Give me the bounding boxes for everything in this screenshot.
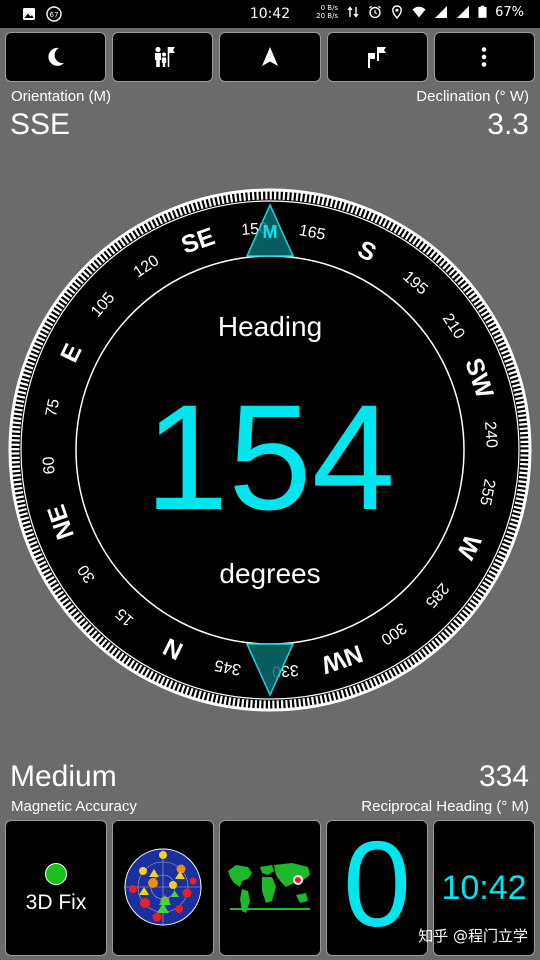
magnetic-marker: M [263, 222, 278, 242]
navigation-button[interactable] [219, 32, 321, 82]
battery-icon [478, 5, 487, 18]
night-mode-button[interactable] [5, 32, 107, 82]
watermark: 知乎 @程门立学 [418, 927, 528, 945]
heading-unit: degrees [219, 558, 320, 589]
waypoints-flag-icon [368, 47, 387, 68]
clock-value: 10:42 [441, 869, 527, 907]
satellite-radar-icon [124, 848, 202, 926]
world-map-icon [228, 863, 310, 913]
world-map-tile[interactable] [219, 820, 321, 956]
satellite-view-tile[interactable] [112, 820, 214, 956]
accuracy-value: Medium [10, 760, 117, 793]
accuracy-label: Magnetic Accuracy [11, 798, 137, 815]
more-vertical-icon [482, 47, 487, 67]
signal-2-icon [457, 6, 470, 18]
toolbar [5, 32, 536, 82]
moon-icon [48, 47, 64, 66]
orientation-label: Orientation (M) [11, 88, 112, 105]
people-flag-icon [154, 46, 175, 67]
bezel-degree-label: 60 [40, 456, 58, 475]
network-speed: 0 B/s 20 B/s [316, 4, 338, 20]
counter-value: 0 [343, 820, 411, 952]
signal-icon [435, 6, 448, 18]
alarm-icon [369, 5, 382, 19]
heading-label: Heading [218, 311, 322, 342]
wifi-icon [412, 6, 426, 18]
declination-label: Declination (° W) [416, 88, 529, 105]
net-up-speed: 0 B/s [320, 4, 339, 12]
location-icon [392, 5, 402, 19]
navigation-arrow-icon [262, 47, 278, 66]
heading-value: 154 [145, 373, 395, 541]
net-down-speed: 20 B/s [316, 12, 339, 20]
bezel-degree-label: 75 [43, 397, 63, 418]
counter-tile[interactable]: 0 [326, 820, 428, 956]
declination-value: 3.3 [487, 108, 529, 141]
battery-percent: 67% [495, 4, 524, 20]
reciprocal-value: 334 [478, 760, 529, 793]
status-bar: 67 10:42 0 B/s 20 B/s 67% [0, 0, 540, 28]
compass-dial[interactable]: N1530NE6075E105120SE 150 165S195210SW24025… [8, 188, 532, 712]
waypoints-button[interactable] [326, 32, 428, 82]
status-right: 0 B/s 20 B/s 67% [316, 4, 524, 20]
orientation-value: SSE [10, 108, 71, 141]
reciprocal-label: Reciprocal Heading (° M) [361, 798, 529, 815]
fix-status-label: 3D Fix [25, 891, 87, 914]
bezel-degree-label: 240 [481, 421, 500, 449]
fix-status-dot [45, 863, 67, 885]
data-transfer-icon [347, 6, 359, 18]
people-flag-button[interactable] [112, 32, 214, 82]
more-options-button[interactable] [433, 32, 536, 82]
gps-fix-tile[interactable]: 3D Fix [5, 820, 107, 956]
